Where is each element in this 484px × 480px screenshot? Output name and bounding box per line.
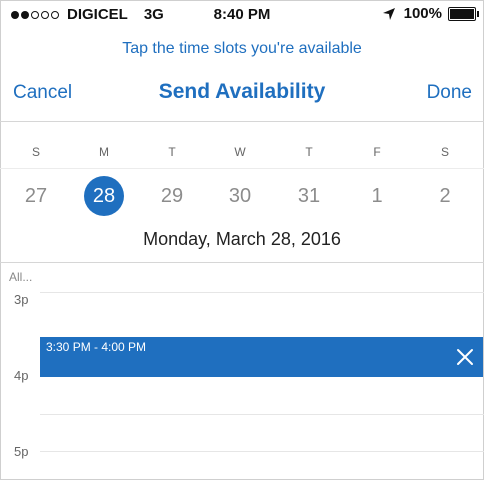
selected-time-slot[interactable]: 3:30 PM - 4:00 PM bbox=[40, 337, 483, 377]
weekday-letter: W bbox=[234, 145, 246, 159]
half-hour-gridline bbox=[40, 414, 484, 415]
date-cell[interactable]: 1 bbox=[357, 176, 397, 216]
date-cell-selected[interactable]: 28 bbox=[84, 176, 124, 216]
calendar-divider bbox=[0, 262, 484, 263]
weekday-divider bbox=[0, 168, 484, 169]
date-cell[interactable]: 27 bbox=[16, 176, 56, 216]
battery-level bbox=[450, 8, 474, 19]
navigation-bar: Cancel Send Availability Done bbox=[0, 80, 484, 120]
hour-label: 5p bbox=[14, 444, 29, 459]
weekday-letter: F bbox=[373, 145, 381, 159]
availability-hint: Tap the time slots you're available bbox=[122, 40, 362, 57]
hour-label: 4p bbox=[14, 368, 29, 383]
status-right: 100% bbox=[382, 5, 479, 22]
date-cell[interactable]: 30 bbox=[220, 176, 260, 216]
date-cell[interactable]: 29 bbox=[152, 176, 192, 216]
hour-gridline bbox=[40, 292, 484, 293]
page-title: Send Availability bbox=[158, 80, 326, 103]
weekday-letter: S bbox=[31, 145, 40, 159]
hour-gridline bbox=[40, 451, 484, 452]
weekday-letter: T bbox=[168, 145, 176, 159]
weekday-letter: S bbox=[440, 145, 449, 159]
selected-day-title: Monday, March 28, 2016 bbox=[143, 229, 341, 249]
all-day-label[interactable]: All... bbox=[9, 270, 32, 284]
battery-icon bbox=[448, 6, 479, 21]
time-slot-label: 3:30 PM - 4:00 PM bbox=[46, 340, 147, 354]
header-divider bbox=[0, 121, 484, 122]
weekday-letter: T bbox=[305, 145, 313, 159]
weekday-letter: M bbox=[99, 145, 109, 159]
date-cell[interactable]: 2 bbox=[425, 176, 465, 216]
location-arrow-icon bbox=[382, 7, 395, 20]
date-cell[interactable]: 31 bbox=[289, 176, 329, 216]
weekday-header: SMTWTFS bbox=[0, 145, 484, 161]
battery-percent: 100% bbox=[403, 5, 442, 22]
close-icon[interactable] bbox=[456, 348, 474, 366]
status-bar: DIGICEL 3G 8:40 PM 100% bbox=[0, 0, 484, 30]
week-dates: 27 28 29 30 31 1 2 bbox=[0, 176, 484, 220]
done-button[interactable]: Done bbox=[427, 82, 472, 104]
hour-label: 3p bbox=[14, 292, 29, 307]
